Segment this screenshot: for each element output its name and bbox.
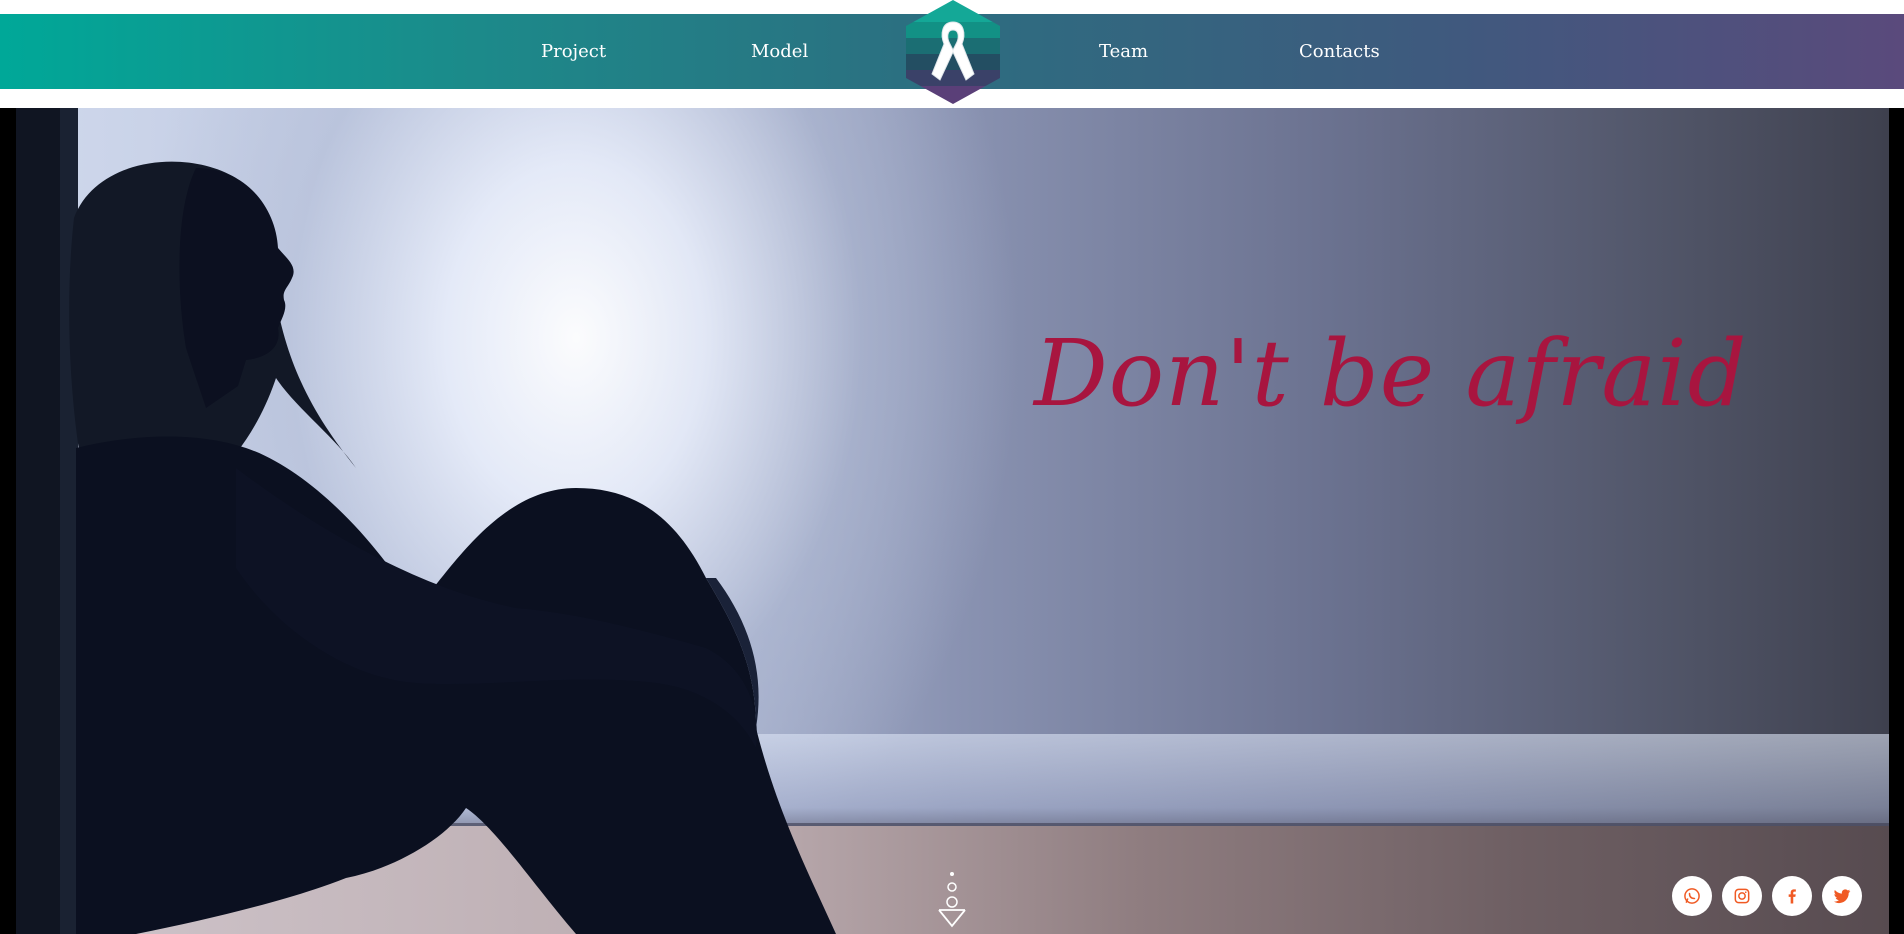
nav-link-contacts[interactable]: Contacts [1299,14,1380,89]
hero-headline: Don't be afraid [1034,320,1748,427]
instagram-icon [1734,888,1750,904]
facebook-button[interactable] [1772,876,1812,916]
woman-silhouette [16,108,836,934]
instagram-button[interactable] [1722,876,1762,916]
awareness-ribbon-icon[interactable] [906,0,1000,104]
hero-section: Don't be afraid [0,108,1904,934]
nav-link-project[interactable]: Project [541,14,606,89]
nav-link-team[interactable]: Team [1099,14,1148,89]
facebook-icon [1788,889,1796,904]
nav-link-model[interactable]: Model [751,14,808,89]
hero-background-image [16,108,1889,934]
scroll-down-icon[interactable] [937,870,967,930]
whatsapp-icon [1684,888,1700,904]
twitter-button[interactable] [1822,876,1862,916]
whatsapp-button[interactable] [1672,876,1712,916]
twitter-icon [1833,889,1851,904]
page: Project Model Team Contacts Don't be afr… [0,0,1904,934]
